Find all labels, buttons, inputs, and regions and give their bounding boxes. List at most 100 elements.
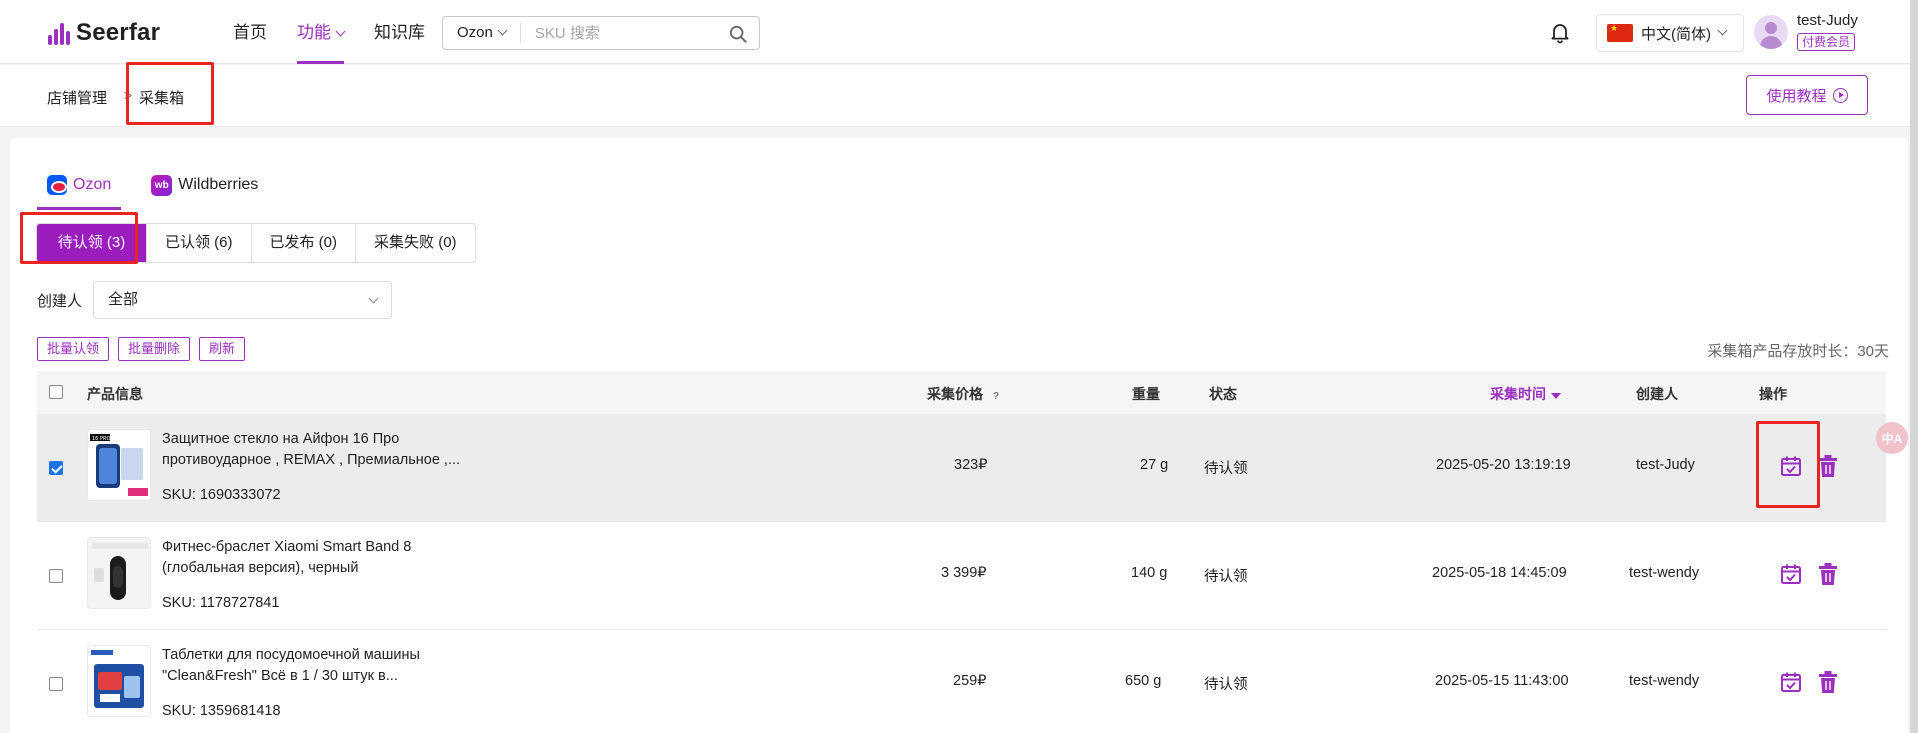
select-all-checkbox[interactable]: [49, 385, 63, 399]
weight: 650 g: [1125, 673, 1162, 689]
tutorial-label: 使用教程: [1766, 87, 1827, 105]
member-badge: 付费会员: [1797, 33, 1856, 51]
product-sku: SKU: 1178727841: [162, 595, 280, 611]
product-title[interactable]: Таблетки для посудомоечной машины "Clean…: [162, 645, 492, 687]
table-row[interactable]: 16 PRO Защитное стекло на Айфон 16 Про п…: [37, 414, 1886, 522]
collect-time: 2025-05-15 11:43:00: [1435, 673, 1569, 689]
search-platform-select[interactable]: Ozon: [443, 23, 521, 43]
trash-icon[interactable]: [1818, 670, 1838, 694]
tab-label: Ozon: [73, 176, 112, 193]
product-thumbnail[interactable]: 16 PRO: [87, 429, 151, 501]
claim-calendar-icon[interactable]: [1779, 562, 1803, 586]
language-selector[interactable]: 中文(简体): [1596, 14, 1744, 52]
status: 待认领: [1204, 569, 1248, 585]
trash-icon[interactable]: [1818, 454, 1838, 478]
help-icon[interactable]: ?: [989, 390, 1003, 404]
search-platform-label: Ozon: [457, 24, 493, 41]
creator: test-Judy: [1636, 457, 1695, 473]
play-circle-icon: [1832, 87, 1848, 103]
nav-item-home[interactable]: 首页: [233, 0, 267, 64]
language-label: 中文(简体): [1641, 25, 1711, 43]
china-flag-icon: [1607, 23, 1633, 42]
table-row[interactable]: Фитнес-браслет Xiaomi Smart Band 8 (глоб…: [37, 522, 1886, 630]
logo-mark-icon: [48, 21, 70, 45]
nav-label: 首页: [233, 23, 267, 42]
fitness-band-image: [88, 538, 150, 608]
product-title[interactable]: Фитнес-браслет Xiaomi Smart Band 8 (глоб…: [162, 537, 492, 579]
highlight-box-pending-tab: [20, 212, 138, 264]
bulk-claim-button[interactable]: 批量认领: [37, 337, 110, 361]
creator: test-wendy: [1629, 673, 1700, 689]
tab-wildberries[interactable]: wb Wildberries: [141, 166, 268, 204]
creator-filter-select[interactable]: 全部: [93, 281, 392, 319]
nav-item-knowledge-base[interactable]: 知识库: [374, 0, 425, 64]
collect-price: 259₽: [953, 673, 987, 689]
claim-calendar-icon[interactable]: [1779, 670, 1803, 694]
wildberries-logo-icon: wb: [151, 174, 173, 196]
tab-failed[interactable]: 采集失败 (0): [356, 224, 475, 262]
product-title[interactable]: Защитное стекло на Айфон 16 Про противоу…: [162, 429, 492, 471]
weight: 27 g: [1140, 457, 1169, 473]
header-time-label: 采集时间: [1490, 386, 1546, 402]
row-checkbox[interactable]: [49, 569, 63, 583]
header-status: 状态: [1209, 386, 1237, 402]
tab-ozon[interactable]: Ozon: [37, 166, 122, 210]
header-price-label: 采集价格: [927, 386, 983, 402]
highlight-box-breadcrumb: [126, 62, 214, 125]
username[interactable]: test-Judy: [1797, 12, 1858, 29]
avatar[interactable]: [1754, 15, 1788, 49]
logo-text: Seerfar: [76, 19, 161, 46]
main-nav: 首页 功能 知识库: [233, 0, 425, 64]
translate-widget-icon[interactable]: 中A: [1876, 422, 1908, 454]
trash-icon[interactable]: [1818, 562, 1838, 586]
collect-price: 3 399₽: [941, 565, 987, 581]
dishwasher-tablets-image: [88, 646, 150, 716]
weight: 140 g: [1131, 565, 1168, 581]
top-navigation-bar: Seerfar 首页 功能 知识库 Ozon 中文(简体) test-Judy …: [0, 0, 1910, 64]
collect-price: 323₽: [954, 457, 988, 473]
page-scrollbar[interactable]: [1910, 0, 1918, 733]
row-checkbox[interactable]: [49, 677, 63, 691]
table-row[interactable]: Таблетки для посудомоечной машины "Clean…: [37, 630, 1886, 733]
product-thumbnail[interactable]: [87, 645, 151, 717]
breadcrumb-parent[interactable]: 店铺管理: [47, 87, 107, 108]
header-weight: 重量: [1132, 386, 1160, 402]
creator-filter-value: 全部: [108, 291, 139, 308]
ozon-logo-icon: [47, 175, 67, 195]
header-creator: 创建人: [1636, 386, 1678, 402]
row-checkbox[interactable]: [49, 461, 63, 475]
search-input[interactable]: [520, 24, 759, 42]
product-thumbnail[interactable]: [87, 537, 151, 609]
bulk-actions: 批量认领 批量删除 刷新: [37, 337, 246, 361]
tutorial-button[interactable]: 使用教程: [1746, 75, 1868, 115]
tab-published[interactable]: 已发布 (0): [252, 224, 357, 262]
table-header: 产品信息 采集价格? 重量 状态 采集时间 创建人 操作: [37, 371, 1886, 414]
highlight-box-claim-action: [1756, 421, 1820, 508]
screen-protector-image: 16 PRO: [88, 430, 150, 500]
creator: test-wendy: [1629, 565, 1700, 581]
tab-label: Wildberries: [178, 176, 259, 193]
header-product: 产品信息: [87, 386, 143, 402]
nav-item-features[interactable]: 功能: [297, 0, 346, 64]
bulk-delete-button[interactable]: 批量删除: [118, 337, 191, 361]
svg-text:16 PRO: 16 PRO: [92, 436, 110, 442]
search-icon[interactable]: [729, 25, 747, 43]
chevron-down-icon: [497, 25, 508, 36]
chevron-down-icon: [335, 26, 346, 37]
tab-claimed[interactable]: 已认领 (6): [147, 224, 252, 262]
collect-time: 2025-05-18 14:45:09: [1432, 565, 1567, 581]
breadcrumb-bar: 店铺管理 > 采集箱 使用教程: [0, 62, 1910, 127]
logo[interactable]: Seerfar: [48, 18, 160, 48]
status: 待认领: [1204, 677, 1248, 693]
status: 待认领: [1204, 461, 1248, 477]
chevron-down-icon: [368, 293, 379, 304]
header-collect-time[interactable]: 采集时间: [1490, 384, 1561, 404]
collection-box-card: Ozon wb Wildberries 待认领 (3) 已认领 (6) 已发布 …: [10, 138, 1908, 733]
nav-label: 知识库: [374, 23, 425, 42]
refresh-button[interactable]: 刷新: [199, 337, 246, 361]
creator-filter-label: 创建人: [37, 293, 83, 310]
platform-tabs: Ozon wb Wildberries: [37, 166, 268, 210]
storage-duration-note: 采集箱产品存放时长：30天: [1707, 343, 1889, 360]
bell-icon[interactable]: [1548, 20, 1572, 44]
chevron-down-icon: [1717, 25, 1728, 35]
